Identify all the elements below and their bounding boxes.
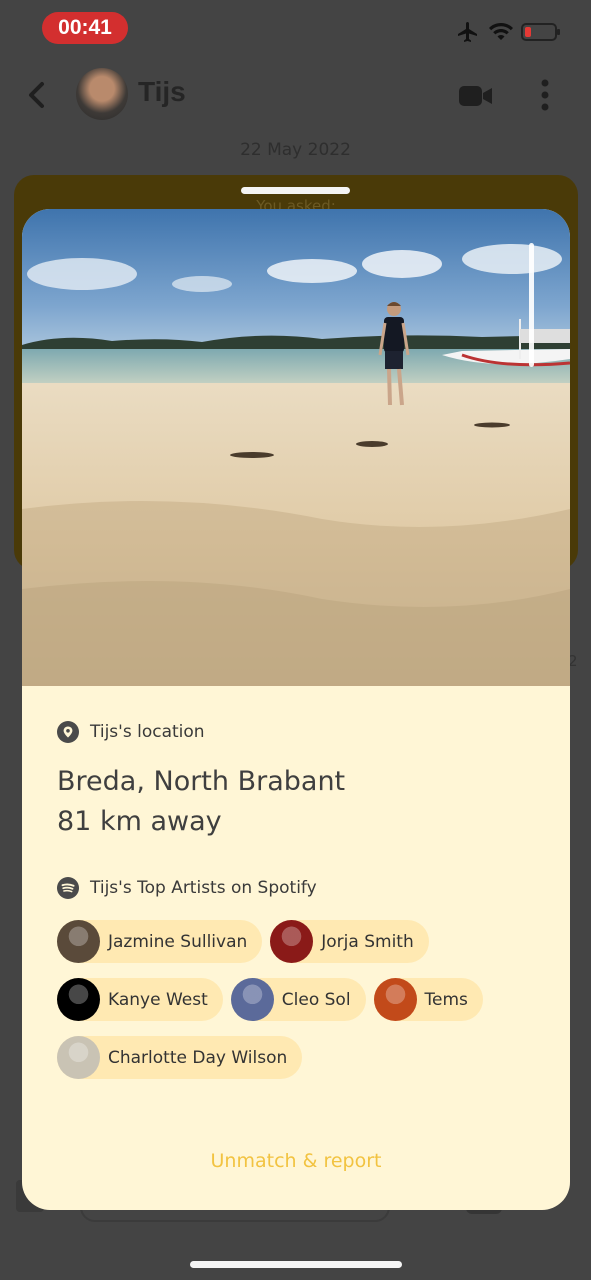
spotify-icon	[57, 877, 79, 899]
artist-name: Kanye West	[108, 989, 208, 1010]
artist-avatar	[270, 920, 314, 963]
contact-name[interactable]: Tijs	[138, 76, 186, 108]
profile-sheet: Tijs's location Breda, North Brabant 81 …	[22, 209, 570, 1210]
artist-avatar	[57, 1036, 100, 1079]
artist-name: Jazmine Sullivan	[108, 931, 248, 952]
artist-chip[interactable]: Jazmine Sullivan	[57, 920, 263, 963]
artist-avatar	[57, 978, 100, 1021]
location-distance: 81 km away	[57, 806, 222, 837]
chat-header: Tijs	[0, 56, 591, 134]
back-button[interactable]	[22, 78, 52, 112]
artist-chip[interactable]: Jorja Smith	[270, 920, 429, 963]
unmatch-report-button[interactable]: Unmatch & report	[22, 1150, 570, 1172]
artist-avatar	[230, 978, 274, 1021]
profile-photo	[22, 209, 570, 686]
location-label: Tijs's location	[90, 722, 205, 742]
artist-chip[interactable]: Tems	[373, 978, 483, 1021]
spotify-label: Tijs's Top Artists on Spotify	[90, 878, 317, 898]
sheet-grabber[interactable]	[241, 187, 350, 194]
artist-chip-list: Jazmine Sullivan Jorja Smith Kanye West …	[57, 920, 537, 1079]
artist-chip[interactable]: Kanye West	[57, 978, 223, 1021]
date-divider: 22 May 2022	[240, 140, 351, 160]
location-city: Breda, North Brabant	[57, 766, 346, 797]
contact-avatar[interactable]	[76, 68, 128, 120]
home-indicator[interactable]	[190, 1261, 402, 1268]
artist-chip[interactable]: Cleo Sol	[230, 978, 366, 1021]
artist-avatar	[57, 920, 100, 963]
artist-name: Cleo Sol	[281, 989, 351, 1010]
photo-scroll-indicator[interactable]	[529, 243, 534, 367]
battery-low-icon	[521, 22, 561, 46]
artist-name: Charlotte Day Wilson	[108, 1047, 288, 1068]
artist-chip[interactable]: Charlotte Day Wilson	[57, 1036, 303, 1079]
spotify-header: Tijs's Top Artists on Spotify	[57, 877, 537, 899]
more-vertical-icon[interactable]	[540, 78, 550, 112]
artist-name: Jorja Smith	[321, 931, 414, 952]
video-call-icon[interactable]	[458, 84, 494, 108]
airplane-mode-icon	[456, 20, 480, 48]
location-header: Tijs's location	[57, 721, 537, 743]
artist-name: Tems	[424, 989, 468, 1010]
status-time: 00:41	[42, 12, 128, 44]
artist-avatar	[373, 978, 417, 1021]
status-bar: 00:41	[0, 0, 591, 56]
location-pin-icon	[57, 721, 79, 743]
wifi-icon	[488, 20, 514, 46]
